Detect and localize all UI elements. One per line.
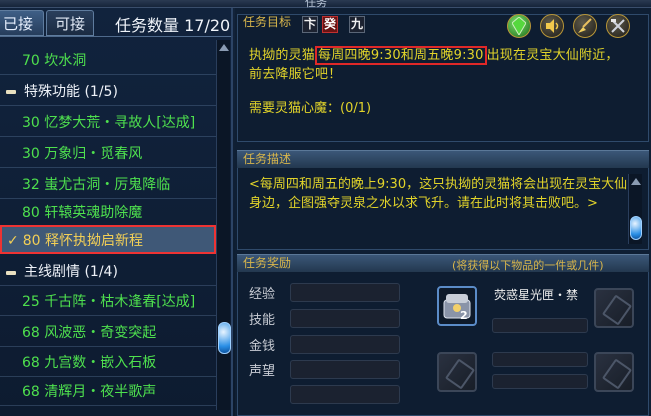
list-item-selected[interactable]: ✓ 80 释怀执拗启新程 (0, 225, 216, 254)
list-item-label: 30 忆梦大荒・寻故人[达成] (22, 115, 196, 131)
reward-value-skill (290, 309, 400, 328)
volume-icon[interactable] (540, 14, 564, 38)
tab-divider (0, 36, 231, 37)
reward-label-exp: 经验 (249, 287, 276, 302)
list-item[interactable]: 30 忆梦大荒・寻故人[达成] (0, 109, 216, 137)
reward-label-prestige: 声望 (249, 364, 276, 379)
list-item-label: 70 坎水洞 (22, 53, 87, 69)
reward-item-bar (492, 374, 588, 389)
green-gem-icon[interactable] (507, 14, 531, 38)
empty-slot-icon[interactable] (594, 288, 634, 328)
reward-value-extra (290, 385, 400, 404)
goal-requirement: 需要灵猫心魔：(0/1) (249, 101, 372, 116)
empty-slot-icon[interactable] (437, 352, 477, 392)
list-item-label: 32 蚩尤古洞・厉鬼降临 (22, 177, 171, 193)
list-item[interactable]: 32 蚩尤古洞・厉鬼降临 (0, 171, 216, 199)
list-item[interactable]: 68 九宫数・嵌入石板 (0, 349, 216, 377)
crossed-tools-icon[interactable] (606, 14, 630, 38)
check-icon: ✓ (7, 233, 19, 249)
reward-hint: (将获得以下物品的一件或几件) (452, 259, 604, 272)
reward-value-money (290, 335, 400, 354)
tab-available[interactable]: 可接 (46, 10, 94, 36)
reward-label-skill: 技能 (249, 313, 276, 328)
goal-time-highlight: 每周四晚9:30和周五晚9:30 (315, 46, 487, 65)
description-header: 任务描述 (237, 150, 649, 168)
goal-text-prefix: 执拗的灵猫 (249, 48, 316, 63)
tab-accepted[interactable]: 已接 (0, 10, 44, 36)
list-item-label: 80 轩辕英魂助除魔 (22, 205, 143, 221)
list-category-label: 特殊功能 (1/5) (24, 84, 118, 100)
list-item[interactable]: 68 风波恶・奇变突起 (0, 319, 216, 347)
scroll-thumb[interactable] (630, 216, 642, 240)
list-item-label: 68 清辉月・夜半歌声 (22, 384, 157, 400)
badge-icon: 九 (349, 16, 365, 33)
quest-window: 任务 已接 可接 任务数量 17/20 70 坎水洞 特殊功能 (1/5) 30… (0, 0, 651, 416)
list-item[interactable]: 30 万象归・觅春风 (0, 140, 216, 168)
list-category-label: 主线剧情 (1/4) (24, 264, 118, 280)
list-item[interactable]: 25 千古阵・枯木逢春[达成] (0, 288, 216, 316)
reward-value-exp (290, 283, 400, 302)
reward-item-quantity: 2 (460, 309, 468, 322)
reward-item-slot[interactable] (437, 286, 477, 326)
task-count: 任务数量 17/20 (115, 12, 230, 36)
reward-value-prestige (290, 360, 400, 379)
list-item-label: 68 风波恶・奇变突起 (22, 325, 157, 341)
badge-icon: 癸 (322, 16, 338, 33)
list-item-label: 25 千古阵・枯木逢春[达成] (22, 294, 196, 310)
list-category[interactable]: 主线剧情 (1/4) (0, 258, 216, 286)
task-count-label: 任务数量 (115, 16, 180, 35)
task-count-value: 17/20 (184, 16, 231, 35)
list-scrollbar[interactable] (216, 40, 231, 410)
reward-item-bar (492, 318, 588, 333)
list-item[interactable]: 70 坎水洞 (0, 47, 216, 75)
empty-slot-icon[interactable] (594, 352, 634, 392)
broom-icon[interactable] (573, 14, 597, 38)
list-category[interactable]: 特殊功能 (1/5) (0, 78, 216, 106)
list-item[interactable]: 80 轩辕英魂助除魔 (0, 199, 216, 227)
goal-header: 任务目标 (243, 15, 292, 29)
list-item[interactable]: 68 清辉月・夜半歌声 (0, 378, 216, 406)
description-text: <每周四和周五的晚上9:30，这只执拗的灵猫将会出现在灵宝大仙身边，企图强夺灵泉… (249, 177, 628, 211)
treasure-box-icon (443, 294, 471, 319)
reward-item-name: 荧惑星光匣・禁 (494, 288, 579, 302)
list-item-label: 68 九宫数・嵌入石板 (22, 355, 157, 371)
list-item-label: 30 万象归・觅春风 (22, 146, 143, 162)
scroll-up-icon[interactable] (631, 178, 641, 185)
scroll-thumb[interactable] (218, 322, 231, 354)
description-scrollbar[interactable] (628, 174, 642, 244)
badge-icon: 卞 (302, 16, 318, 33)
reward-item-bar (492, 352, 588, 367)
scroll-up-icon[interactable] (219, 44, 229, 51)
list-item-label: 80 释怀执拗启新程 (22, 233, 143, 249)
goal-text: 执拗的灵猫 每周四晚9:30和周五晚9:30 出现在灵宝大仙附近，前去降服它吧！ (249, 46, 629, 84)
reward-label-money: 金钱 (249, 339, 276, 354)
